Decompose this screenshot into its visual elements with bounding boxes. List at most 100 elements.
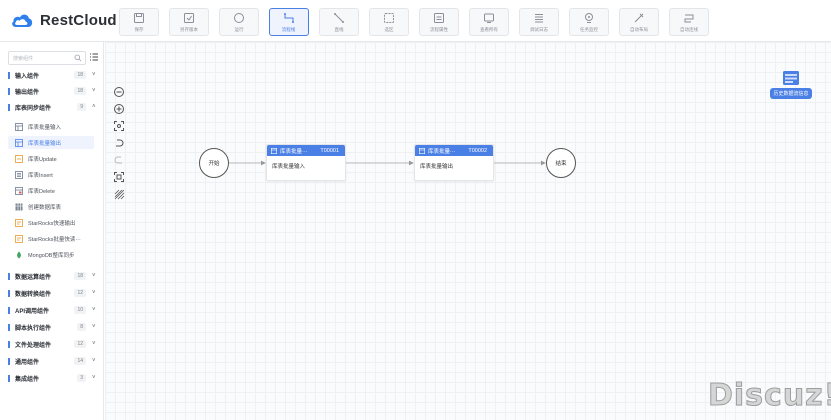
- header: RestCloud 保存 另存版本 运行 流程线 直线 选区 流程属性 查看所有…: [0, 0, 831, 42]
- save-button[interactable]: 保存: [119, 8, 159, 36]
- flow-node[interactable]: 库表批量··· T00002 库表批量输出: [414, 144, 494, 181]
- component-label: 库表批量输出: [28, 140, 62, 147]
- group-marker: [8, 357, 10, 365]
- component-sidebar: 搜索组件 输入组件 18 ˅ 输出组件 18 ˅ 库表同步组件 9 ˄ 库表批量…: [0, 42, 104, 420]
- save-version-icon: [184, 12, 194, 23]
- group-marker: [8, 87, 10, 95]
- toolbar: 保存 另存版本 运行 流程线 直线 选区 流程属性 查看所有 调试日志 任务监控…: [119, 8, 719, 36]
- chevron-down-icon: ˅: [92, 273, 96, 279]
- group-marker: [8, 340, 10, 348]
- cloud-logo-icon: [12, 14, 33, 27]
- component-item[interactable]: 创建数据库表: [8, 200, 94, 213]
- view-all-button[interactable]: 查看所有: [469, 8, 509, 36]
- component-item[interactable]: StarRocks批量快读···: [8, 232, 94, 245]
- mongodb-sync-icon: [17, 251, 21, 258]
- tool-label: 保存: [134, 26, 144, 33]
- node-id: T00001: [320, 147, 339, 154]
- group-table-sync-components[interactable]: 库表同步组件 9 ˄: [8, 100, 98, 114]
- save-version-button[interactable]: 另存版本: [169, 8, 209, 36]
- auto-connect-button[interactable]: 自动连线: [669, 8, 709, 36]
- selection-icon: [384, 12, 394, 23]
- group-count-badge: 9: [77, 103, 86, 111]
- component-item[interactable]: 库表Insert: [8, 168, 94, 181]
- group-integration-components[interactable]: 集成组件 3 ˅: [8, 371, 98, 385]
- group-data-compute-components[interactable]: 数据运算组件 18 ˅: [8, 269, 98, 283]
- chevron-down-icon: ˅: [92, 88, 96, 94]
- group-label: 通用组件: [15, 359, 40, 366]
- component-label: 创建数据库表: [28, 204, 62, 211]
- app-logo[interactable]: RestCloud: [10, 11, 117, 29]
- node-title: 库表批量···: [428, 148, 456, 155]
- flow-line-button[interactable]: 流程线: [269, 8, 309, 36]
- history-label: 历史数据流信息: [770, 88, 812, 99]
- group-output-components[interactable]: 输出组件 18 ˅: [8, 84, 98, 98]
- component-item[interactable]: 库表批量输入: [8, 120, 94, 133]
- flow-line-icon: [284, 12, 294, 23]
- group-label: 文件处理组件: [15, 342, 52, 349]
- group-marker: [8, 289, 10, 297]
- group-api-components[interactable]: API调用组件 10 ˅: [8, 303, 98, 317]
- chevron-down-icon: ˅: [92, 290, 96, 296]
- history-data-icon: [783, 71, 799, 85]
- chevron-up-icon: ˄: [92, 104, 96, 110]
- group-common-components[interactable]: 通用组件 14 ˅: [8, 354, 98, 368]
- tool-label: 查看所有: [479, 26, 498, 33]
- table-update-icon: [15, 154, 23, 163]
- search-icon[interactable]: [74, 54, 82, 62]
- table-delete-icon: [15, 186, 23, 195]
- starrocks-output-icon: [15, 218, 23, 227]
- group-file-components[interactable]: 文件处理组件 12 ˅: [8, 337, 98, 351]
- task-monitor-button[interactable]: 任务监控: [569, 8, 609, 36]
- create-table-icon: [15, 203, 23, 210]
- group-input-components[interactable]: 输入组件 18 ˅: [8, 68, 98, 82]
- group-label: 数据转换组件: [15, 291, 52, 298]
- group-data-transform-components[interactable]: 数据转换组件 12 ˅: [8, 286, 98, 300]
- tool-label: 运行: [234, 26, 244, 33]
- list-view-icon[interactable]: [89, 52, 99, 62]
- node-header: 库表批量··· T00001: [267, 145, 345, 156]
- component-item[interactable]: StarRocks快速输出: [8, 216, 94, 229]
- tool-label: 自动布局: [629, 26, 648, 33]
- node-body: 库表批量输出: [420, 164, 454, 170]
- chevron-down-icon: ˅: [92, 307, 96, 313]
- group-label: 集成组件: [15, 376, 40, 383]
- chevron-down-icon: ˅: [92, 375, 96, 381]
- start-label: 开始: [208, 161, 220, 167]
- flow-node[interactable]: 库表批量··· T00001 库表批量输入: [266, 144, 346, 181]
- group-count-badge: 12: [74, 340, 86, 348]
- group-label: 库表同步组件: [15, 105, 52, 112]
- process-properties-button[interactable]: 流程属性: [419, 8, 459, 36]
- start-node[interactable]: 开始: [199, 148, 229, 178]
- group-count-badge: 3: [77, 374, 86, 382]
- table-output-icon: [15, 138, 23, 147]
- group-label: 数据运算组件: [15, 274, 52, 281]
- auto-layout-button[interactable]: 自动布局: [619, 8, 659, 36]
- debug-log-button[interactable]: 调试日志: [519, 8, 559, 36]
- group-count-badge: 8: [77, 323, 86, 331]
- tool-label: 另存版本: [179, 26, 198, 33]
- search-input[interactable]: 搜索组件: [8, 51, 86, 65]
- group-label: 脚本执行组件: [15, 325, 52, 332]
- component-item[interactable]: 库表批量输出: [8, 136, 94, 149]
- end-label: 结束: [555, 161, 567, 167]
- group-count-badge: 10: [74, 306, 86, 314]
- history-dataflow-info[interactable]: 历史数据流信息: [766, 70, 816, 100]
- end-node[interactable]: 结束: [546, 148, 576, 178]
- node-title: 库表批量···: [280, 148, 308, 155]
- tool-label: 任务监控: [579, 26, 598, 33]
- tool-label: 流程属性: [429, 26, 448, 33]
- task-monitor-icon: [585, 12, 593, 23]
- selection-button[interactable]: 选区: [369, 8, 409, 36]
- run-button[interactable]: 运行: [219, 8, 259, 36]
- flow-canvas[interactable]: 开始 库表批量··· T00001 库表批量输入 库表批量··· T00002 …: [105, 42, 831, 420]
- component-item[interactable]: 库表Update: [8, 152, 94, 165]
- app-name: RestCloud: [40, 11, 117, 29]
- group-marker: [8, 323, 10, 331]
- group-script-components[interactable]: 脚本执行组件 8 ˅: [8, 320, 98, 334]
- straight-line-button[interactable]: 直线: [319, 8, 359, 36]
- component-item[interactable]: MongoDB整库同步: [8, 248, 94, 261]
- component-label: 库表Delete: [28, 188, 55, 195]
- tool-label: 直线: [334, 26, 344, 33]
- group-count-badge: 18: [74, 71, 86, 79]
- component-item[interactable]: 库表Delete: [8, 184, 94, 197]
